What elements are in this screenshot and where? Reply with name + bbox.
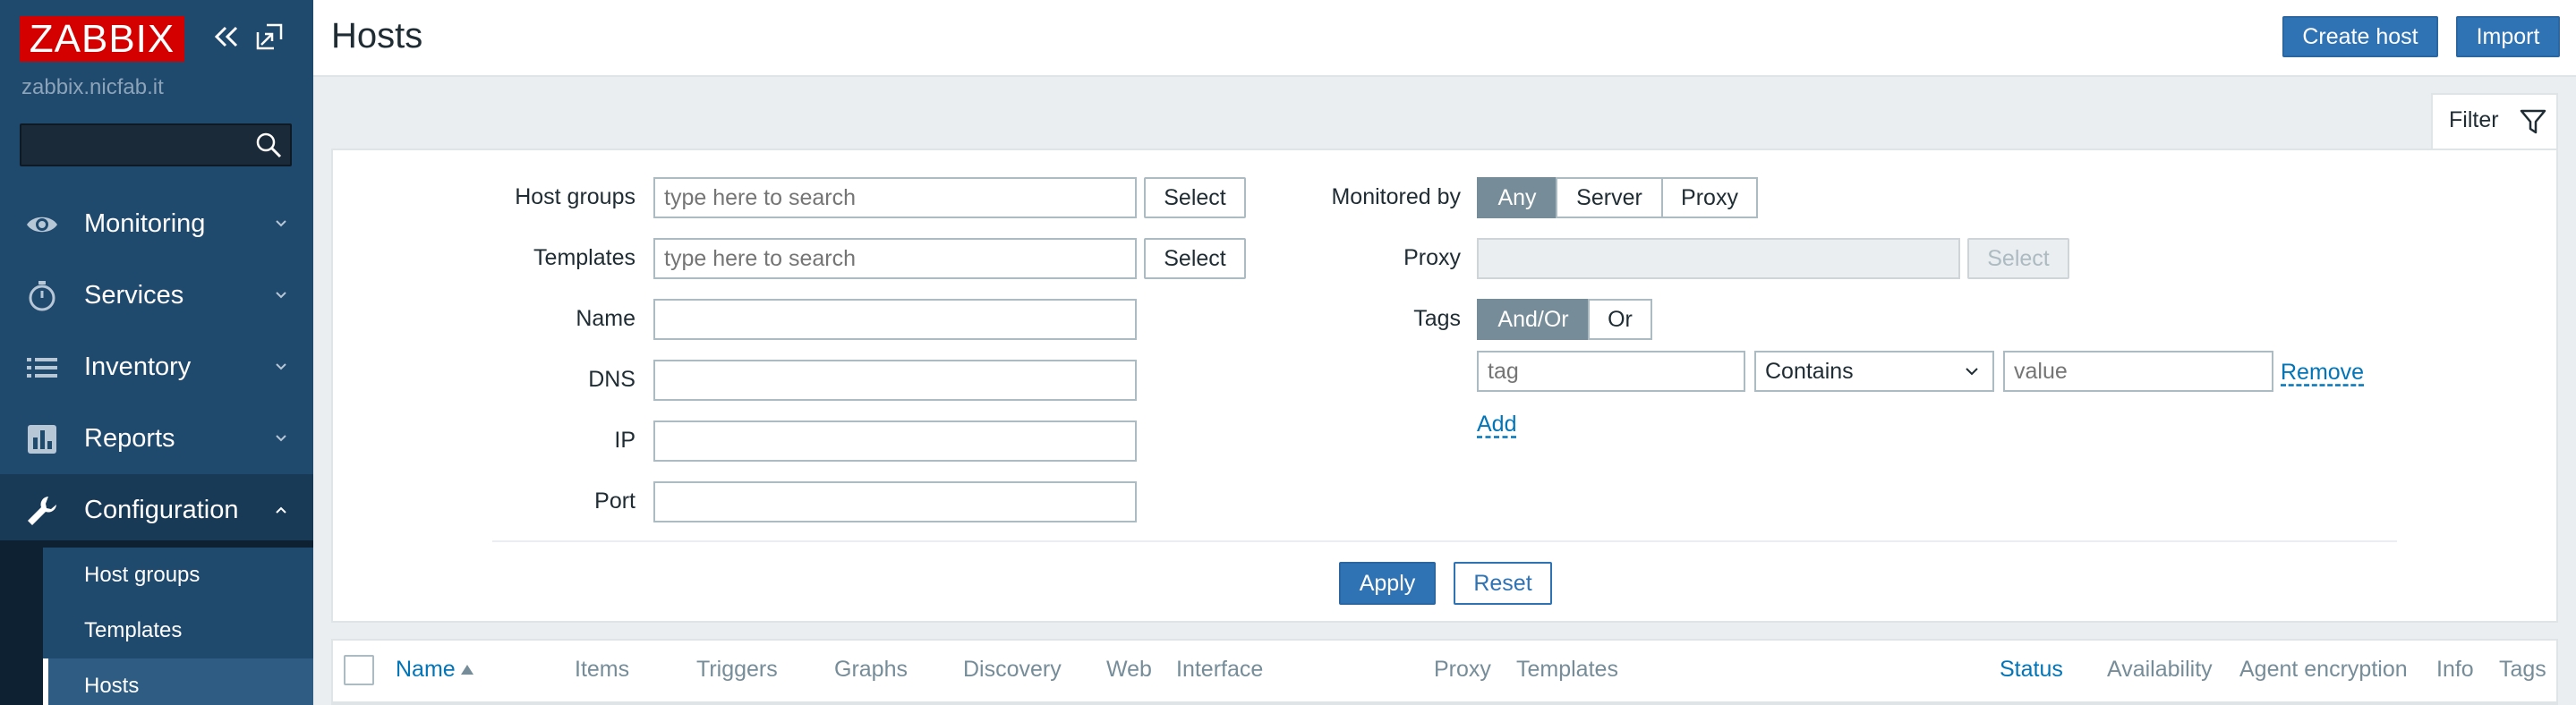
monitored-by-label: Monitored by <box>1331 184 1461 209</box>
sidebar-item-label: Reports <box>84 424 175 453</box>
eye-icon <box>27 217 57 233</box>
port-label: Port <box>594 488 635 514</box>
page-title: Hosts <box>331 16 423 55</box>
tag-operator-select[interactable]: Contains <box>1754 351 1994 392</box>
apply-button[interactable]: Apply <box>1339 562 1436 605</box>
proxy-input <box>1477 238 1960 279</box>
tags-or[interactable]: Or <box>1588 299 1652 340</box>
sidebar-item-monitoring[interactable]: Monitoring <box>0 188 313 259</box>
tag-operator-value: Contains <box>1765 359 1854 384</box>
ip-input[interactable] <box>653 420 1137 462</box>
submenu-item-host-groups[interactable]: Host groups <box>43 548 313 603</box>
templates-select-button[interactable]: Select <box>1144 238 1246 279</box>
column-name-label: Name <box>396 657 456 682</box>
host-groups-input[interactable] <box>653 177 1137 218</box>
filter-tab[interactable]: Filter <box>2431 93 2558 150</box>
column-graphs: Graphs <box>834 657 908 682</box>
funnel-icon <box>2520 109 2546 134</box>
column-status[interactable]: Status <box>2000 657 2063 683</box>
monitored-by-proxy[interactable]: Proxy <box>1661 177 1758 218</box>
chevron-down-icon <box>276 363 286 370</box>
tag-name-input[interactable] <box>1477 351 1745 392</box>
submenu-item-label: Templates <box>84 618 183 642</box>
tag-value-input[interactable] <box>2003 351 2273 392</box>
column-web: Web <box>1106 657 1152 682</box>
list-icon <box>27 358 57 378</box>
dns-label: DNS <box>588 367 635 392</box>
chevron-down-icon <box>1966 368 1978 376</box>
filter-tab-label: Filter <box>2449 107 2499 132</box>
chevron-down-icon <box>276 435 286 442</box>
templates-input[interactable] <box>653 238 1137 279</box>
column-info: Info <box>2436 657 2474 682</box>
column-items: Items <box>575 657 630 682</box>
column-name[interactable]: Name <box>396 657 473 683</box>
name-label: Name <box>576 306 635 331</box>
column-availability: Availability <box>2107 657 2213 682</box>
column-discovery: Discovery <box>963 657 1062 682</box>
server-name: zabbix.nicfab.it <box>21 75 164 99</box>
sidebar-item-label: Configuration <box>84 496 239 524</box>
monitored-by-any[interactable]: Any <box>1477 177 1557 218</box>
host-groups-label: Host groups <box>515 184 635 209</box>
bar-chart-icon <box>28 425 56 454</box>
ip-label: IP <box>614 428 635 453</box>
sidebar-item-inventory[interactable]: Inventory <box>0 331 313 403</box>
create-host-button[interactable]: Create host <box>2282 16 2438 57</box>
sort-ascending-icon <box>460 665 473 675</box>
page-header: Hosts Create host Import <box>313 0 2576 77</box>
import-button[interactable]: Import <box>2456 16 2560 57</box>
remove-tag-link[interactable]: Remove <box>2281 360 2364 386</box>
zabbix-logo[interactable]: ZABBIX <box>20 16 184 62</box>
monitored-by-server[interactable]: Server <box>1556 177 1663 218</box>
column-proxy: Proxy <box>1434 657 1491 682</box>
column-interface: Interface <box>1176 657 1264 682</box>
kiosk-mode-icon[interactable] <box>254 21 285 52</box>
collapse-sidebar-icon[interactable] <box>211 21 242 52</box>
chevron-up-icon <box>276 506 286 514</box>
sidebar-item-label: Monitoring <box>84 209 206 238</box>
dns-input[interactable] <box>653 360 1137 401</box>
column-tags: Tags <box>2499 657 2546 682</box>
sidebar-item-label: Services <box>84 281 184 310</box>
submenu-item-templates[interactable]: Templates <box>43 603 313 658</box>
sidebar: ZABBIX zabbix.nicfab.it Monitoring Servi… <box>0 0 313 705</box>
submenu-item-hosts[interactable]: Hosts <box>43 658 313 705</box>
stopwatch-icon <box>29 281 55 311</box>
chevron-down-icon <box>276 292 286 299</box>
hosts-table-header: Name Items Triggers Graphs Discovery Web… <box>331 639 2558 705</box>
select-all-checkbox[interactable] <box>344 655 374 685</box>
templates-label: Templates <box>533 245 635 270</box>
tags-label: Tags <box>1413 306 1461 331</box>
filter-divider <box>492 540 2397 542</box>
column-agent-encryption: Agent encryption <box>2239 657 2408 682</box>
wrench-icon <box>28 497 56 525</box>
add-tag-link[interactable]: Add <box>1477 412 1516 437</box>
sidebar-item-label: Inventory <box>84 352 192 381</box>
port-input[interactable] <box>653 481 1137 522</box>
sidebar-search-input[interactable] <box>20 123 292 166</box>
sidebar-item-services[interactable]: Services <box>0 259 313 331</box>
name-input[interactable] <box>653 299 1137 340</box>
column-triggers: Triggers <box>696 657 778 682</box>
host-groups-select-button[interactable]: Select <box>1144 177 1246 218</box>
chevron-down-icon <box>276 220 286 227</box>
sidebar-item-reports[interactable]: Reports <box>0 403 313 474</box>
configuration-submenu: Host groups Templates Hosts <box>0 540 313 705</box>
reset-button[interactable]: Reset <box>1454 562 1552 605</box>
sidebar-item-configuration[interactable]: Configuration <box>0 474 313 546</box>
submenu-item-label: Hosts <box>84 674 140 698</box>
proxy-label: Proxy <box>1403 245 1461 270</box>
column-templates: Templates <box>1516 657 1618 682</box>
tags-and-or[interactable]: And/Or <box>1477 299 1590 340</box>
submenu-item-label: Host groups <box>84 563 200 587</box>
proxy-select-button: Select <box>1967 238 2069 279</box>
search-icon[interactable] <box>254 131 283 159</box>
